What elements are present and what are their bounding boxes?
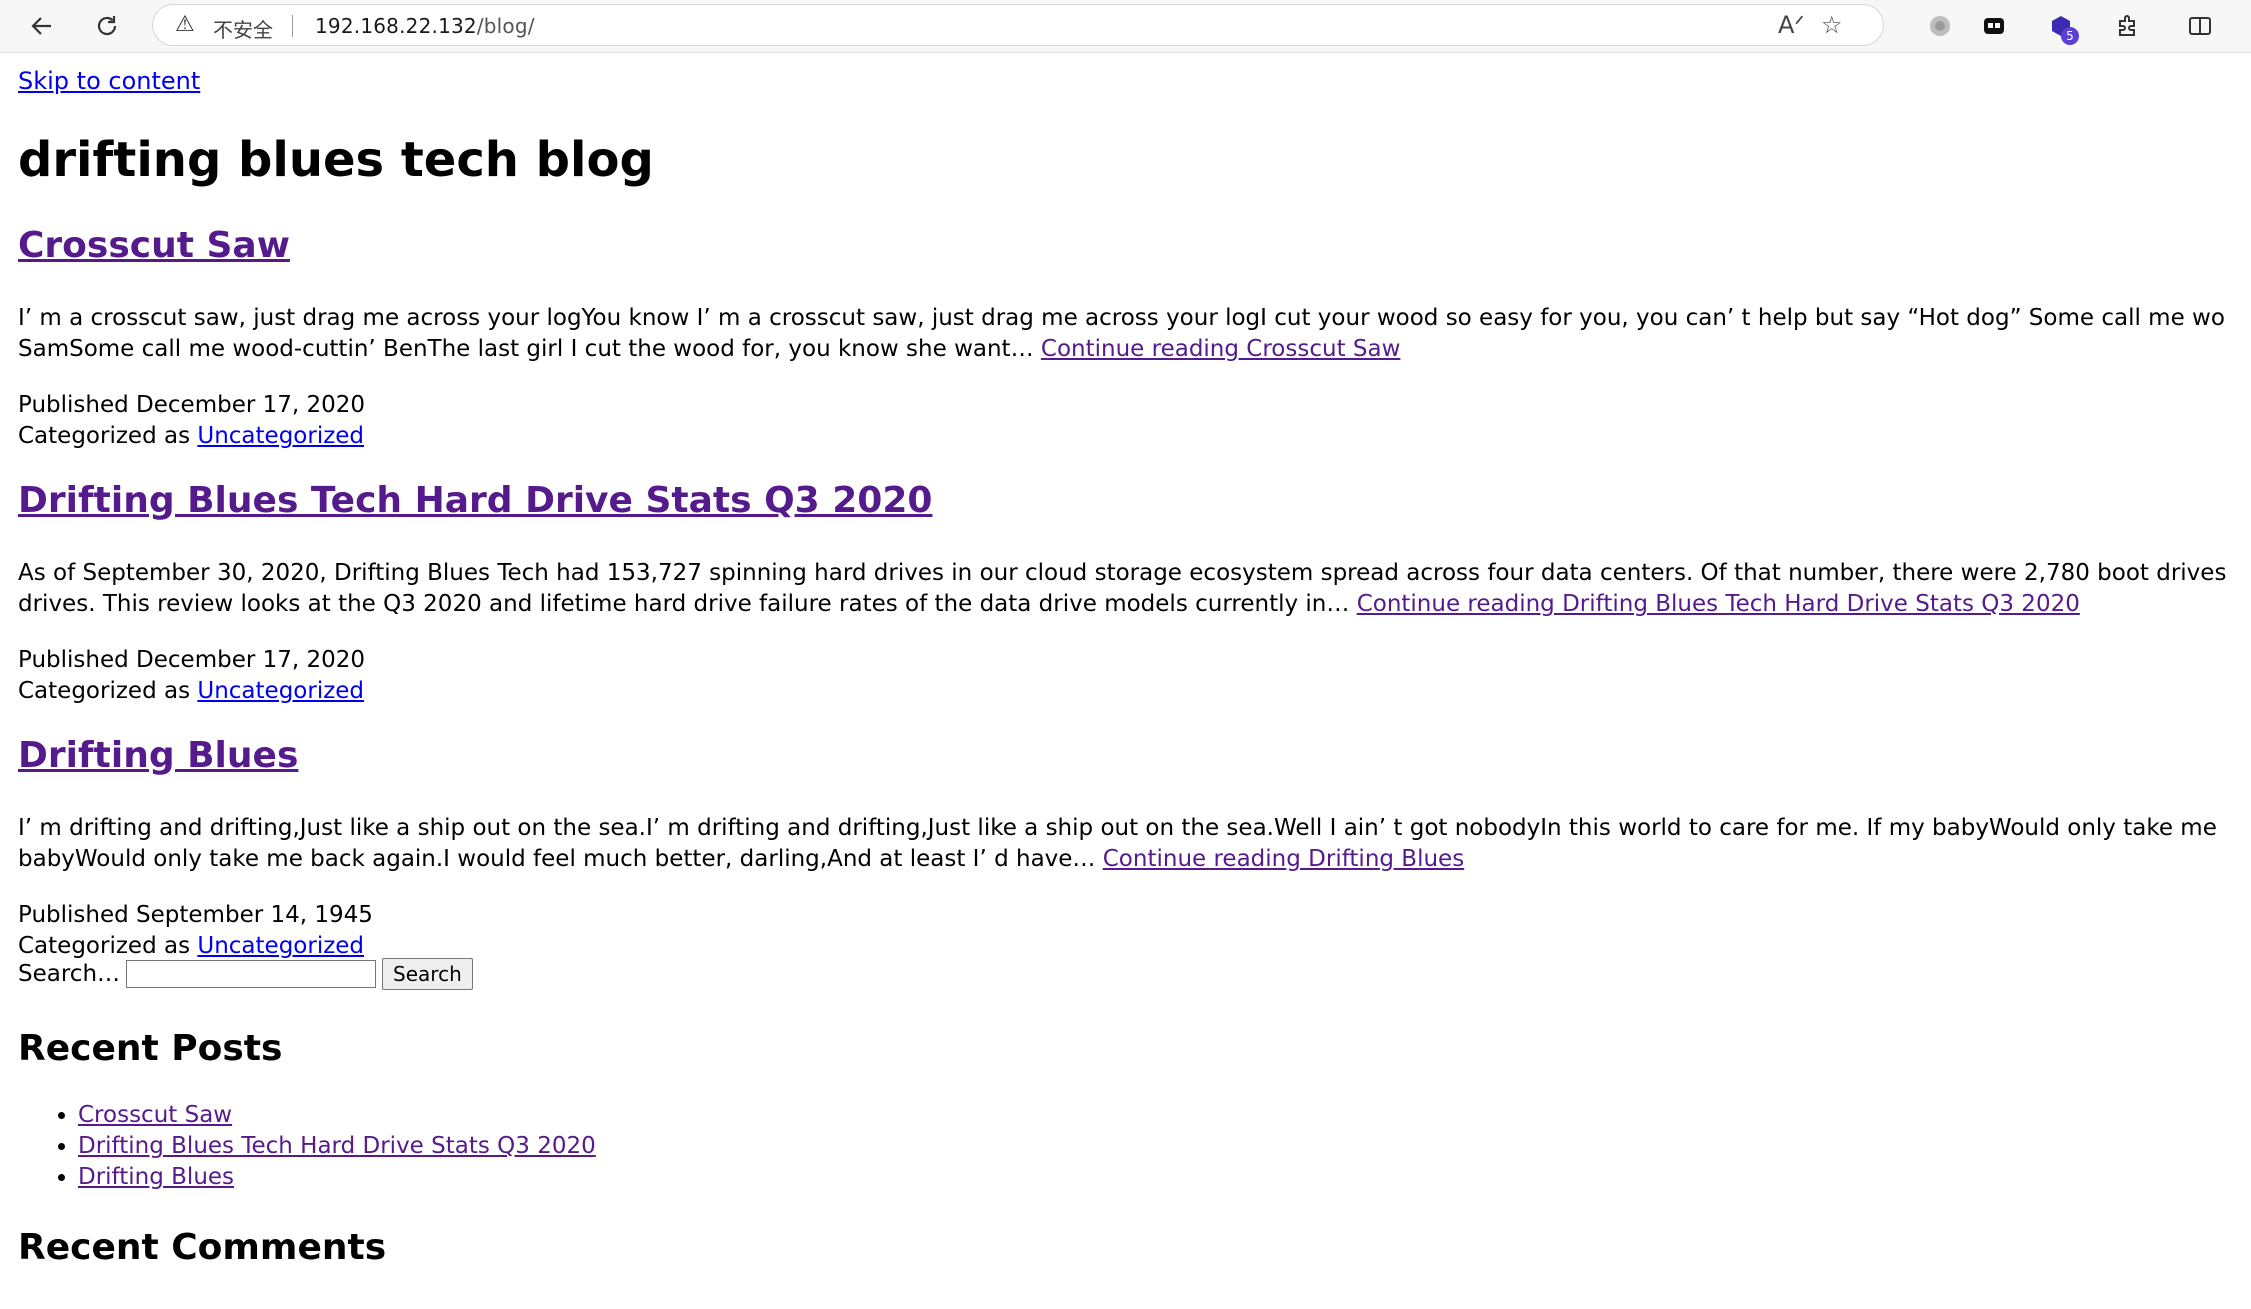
- post-title-hard-drive-stats[interactable]: Drifting Blues Tech Hard Drive Stats Q3 …: [18, 478, 932, 524]
- categorized-label: Categorized as: [18, 933, 191, 959]
- extension-icon[interactable]: [1974, 6, 2014, 46]
- recent-post-link[interactable]: Crosscut Saw: [78, 1102, 232, 1128]
- categorized-label: Categorized as: [18, 678, 191, 704]
- address-bar[interactable]: ⚠ 不安全 192.168.22.132/blog/ Aᐟ ☆: [152, 4, 1884, 46]
- profile-icon[interactable]: [1920, 6, 1960, 46]
- list-item: Crosscut Saw: [78, 1100, 596, 1131]
- excerpt-text: babyWould only take me back again.I woul…: [18, 846, 1096, 872]
- excerpt-line-2: babyWould only take me back again.I woul…: [18, 844, 2233, 875]
- refresh-icon[interactable]: [87, 6, 127, 46]
- post-title-drifting-blues[interactable]: Drifting Blues: [18, 733, 298, 779]
- category-link[interactable]: Uncategorized: [197, 933, 364, 959]
- list-item: Drifting Blues Tech Hard Drive Stats Q3 …: [78, 1131, 596, 1162]
- post-meta: Published December 17, 2020 Categorized …: [18, 645, 365, 707]
- warning-icon[interactable]: ⚠: [175, 12, 195, 37]
- published-date: Published December 17, 2020: [18, 392, 366, 418]
- search-label: Search…: [18, 960, 121, 987]
- post-title-crosscut-saw[interactable]: Crosscut Saw: [18, 223, 290, 269]
- post-excerpt: I’ m drifting and drifting,Just like a s…: [18, 813, 2233, 875]
- post-excerpt: I’ m a crosscut saw, just drag me across…: [18, 303, 2233, 365]
- continue-reading-link[interactable]: Continue reading Crosscut Saw: [1041, 336, 1401, 362]
- post-excerpt: As of September 30, 2020, Drifting Blues…: [18, 558, 2233, 620]
- published-date: Published September 14, 1945: [18, 902, 373, 928]
- back-icon[interactable]: [22, 6, 62, 46]
- post-meta: Published September 14, 1945 Categorized…: [18, 900, 373, 962]
- recent-post-link[interactable]: Drifting Blues: [78, 1164, 234, 1190]
- search-input[interactable]: [126, 960, 377, 988]
- url-host: 192.168.22.132: [315, 14, 477, 38]
- categorized-label: Categorized as: [18, 423, 191, 449]
- recent-posts-list: Crosscut Saw Drifting Blues Tech Hard Dr…: [18, 1100, 596, 1193]
- excerpt-text: drives. This review looks at the Q3 2020…: [18, 591, 1350, 617]
- site-title[interactable]: drifting blues tech blog: [18, 130, 654, 190]
- recent-post-link[interactable]: Drifting Blues Tech Hard Drive Stats Q3 …: [78, 1133, 596, 1159]
- published-date: Published December 17, 2020: [18, 647, 366, 673]
- extensions-puzzle-icon[interactable]: [2107, 6, 2147, 46]
- category-link[interactable]: Uncategorized: [197, 678, 364, 704]
- category-line: Categorized as Uncategorized: [18, 676, 365, 707]
- excerpt-line: As of September 30, 2020, Drifting Blues…: [18, 560, 2233, 586]
- security-label[interactable]: 不安全: [213, 14, 273, 43]
- url-path: /blog/: [476, 14, 535, 38]
- excerpt-line-2: drives. This review looks at the Q3 2020…: [18, 589, 2233, 620]
- url-text[interactable]: 192.168.22.132/blog/: [315, 14, 535, 38]
- extension-badge: 5: [2061, 27, 2079, 45]
- browser-toolbar: ⚠ 不安全 192.168.22.132/blog/ Aᐟ ☆ 5: [0, 0, 2251, 53]
- category-line: Categorized as Uncategorized: [18, 421, 365, 452]
- favorite-star-icon[interactable]: ☆: [1821, 11, 1843, 39]
- continue-reading-link[interactable]: Continue reading Drifting Blues Tech Har…: [1357, 591, 2080, 617]
- list-item: Drifting Blues: [78, 1162, 596, 1193]
- search-form: Search… Search: [18, 958, 473, 990]
- read-aloud-icon[interactable]: Aᐟ: [1778, 11, 1805, 39]
- address-separator: [292, 15, 293, 37]
- skip-to-content-link[interactable]: Skip to content: [18, 66, 200, 97]
- split-screen-icon[interactable]: [2180, 6, 2220, 46]
- continue-reading-link[interactable]: Continue reading Drifting Blues: [1103, 846, 1464, 872]
- excerpt-line-2: SamSome call me wood-cuttin’ BenThe last…: [18, 334, 2233, 365]
- excerpt-text: SamSome call me wood-cuttin’ BenThe last…: [18, 336, 1034, 362]
- category-link[interactable]: Uncategorized: [197, 423, 364, 449]
- recent-comments-heading: Recent Comments: [18, 1227, 387, 1268]
- excerpt-line: I’ m drifting and drifting,Just like a s…: [18, 815, 2217, 841]
- search-button[interactable]: Search: [382, 958, 473, 990]
- post-meta: Published December 17, 2020 Categorized …: [18, 390, 365, 452]
- recent-posts-heading: Recent Posts: [18, 1028, 283, 1069]
- excerpt-line: I’ m a crosscut saw, just drag me across…: [18, 305, 2225, 331]
